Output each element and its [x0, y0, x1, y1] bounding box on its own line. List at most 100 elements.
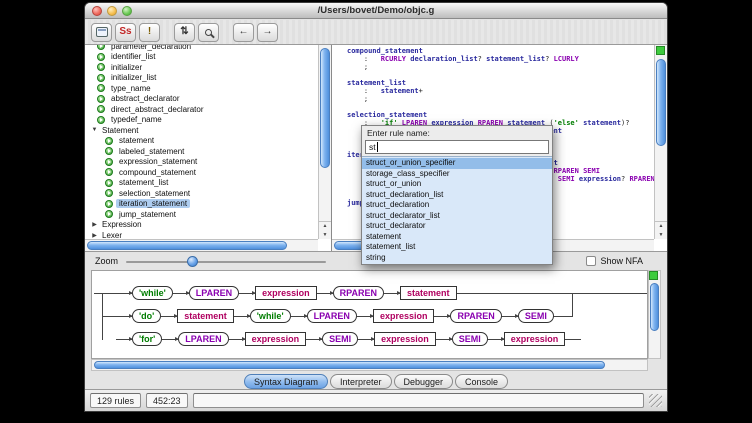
- diagram-node-while[interactable]: 'while': [132, 286, 173, 300]
- tree-item-jump_statement[interactable]: jump_statement: [87, 209, 318, 220]
- diagram-node-while[interactable]: 'while': [250, 309, 291, 323]
- zoom-slider-thumb[interactable]: [187, 256, 198, 267]
- tree-item-compound_statement[interactable]: compound_statement: [87, 167, 318, 178]
- zoom-slider[interactable]: [126, 256, 326, 267]
- diagram-node-expression[interactable]: expression: [373, 309, 435, 323]
- show-nfa-checkbox[interactable]: [586, 256, 596, 266]
- editor-scroll-arrows[interactable]: ▲▼: [655, 221, 667, 239]
- diagram-arrow-icon: [229, 339, 245, 340]
- editor-vertical-scrollbar[interactable]: ▲▼: [654, 45, 667, 239]
- diagram-node-expression[interactable]: expression: [504, 332, 566, 346]
- forward-button[interactable]: →: [257, 23, 278, 42]
- find-button[interactable]: [198, 23, 219, 42]
- diagram-node-statement[interactable]: statement: [400, 286, 457, 300]
- popup-item[interactable]: string: [362, 253, 552, 264]
- scroll-up-icon[interactable]: ▲: [323, 223, 328, 229]
- tree-group-lexer[interactable]: ▶Lexer: [87, 230, 318, 239]
- diagram-horizontal-scrollbar-thumb[interactable]: [94, 361, 605, 369]
- rule-icon: [97, 84, 105, 92]
- tree-group-statement[interactable]: ▼Statement: [87, 125, 318, 136]
- diagram-node-SEMI[interactable]: SEMI: [452, 332, 488, 346]
- tree-item-iteration_statement[interactable]: iteration_statement: [87, 199, 318, 210]
- diagram-node-LPAREN[interactable]: LPAREN: [307, 309, 357, 323]
- diagram-node-RPAREN[interactable]: RPAREN: [333, 286, 384, 300]
- sort-rules-button[interactable]: ⇅: [174, 23, 195, 42]
- zoom-slider-track[interactable]: [126, 261, 326, 263]
- rule-popup-list[interactable]: struct_or_union_specifierstorage_class_s…: [362, 156, 552, 264]
- diagram-node-expression[interactable]: expression: [255, 286, 317, 300]
- diagram-alternative: 'for' LPAREN expression SEMI expression SEMI e…: [116, 331, 581, 347]
- diagram-node-expression[interactable]: expression: [245, 332, 307, 346]
- diagram-horizontal-scrollbar[interactable]: [91, 359, 648, 371]
- disclosure-open-icon[interactable]: ▼: [90, 127, 99, 133]
- sidebar-horizontal-scrollbar[interactable]: [85, 239, 318, 251]
- diagram-node-SEMI[interactable]: SEMI: [322, 332, 358, 346]
- rule-icon: [105, 179, 113, 187]
- tree-item-labeled_statement[interactable]: labeled_statement: [87, 146, 318, 157]
- tree-item-direct_abstract_declarator[interactable]: direct_abstract_declarator: [87, 104, 318, 115]
- scroll-down-icon[interactable]: ▼: [659, 232, 664, 238]
- diagram-alternative: 'while' LPAREN expression RPAREN statement: [116, 285, 473, 301]
- diagram-node-LPAREN[interactable]: LPAREN: [178, 332, 228, 346]
- syntax-coloring-button[interactable]: Ss: [115, 23, 136, 42]
- popup-item[interactable]: statement_list: [362, 242, 552, 253]
- sidebar-scroll-arrows[interactable]: ▲▼: [319, 221, 331, 239]
- scroll-down-icon[interactable]: ▼: [323, 232, 328, 238]
- rule-icon: [97, 116, 105, 124]
- diagram-vertical-scrollbar[interactable]: [648, 270, 661, 359]
- tab-debugger[interactable]: Debugger: [394, 374, 454, 389]
- tree-item-statement_list[interactable]: statement_list: [87, 178, 318, 189]
- sidebar-vertical-scrollbar-thumb[interactable]: [320, 48, 330, 168]
- tree-item-selection_statement[interactable]: selection_statement: [87, 188, 318, 199]
- diagram-vertical-scrollbar-thumb[interactable]: [650, 283, 659, 331]
- popup-item[interactable]: struct_or_union: [362, 179, 552, 190]
- diagram-arrow-icon: [162, 339, 178, 340]
- resize-grip[interactable]: [649, 394, 662, 407]
- tree-item-statement[interactable]: statement: [87, 136, 318, 147]
- diagram-node-LPAREN[interactable]: LPAREN: [189, 286, 239, 300]
- diagram-node-expression[interactable]: expression: [374, 332, 436, 346]
- tree-item-initializer_list[interactable]: initializer_list: [87, 73, 318, 84]
- console-window-button[interactable]: [91, 23, 112, 42]
- diagram-node-for[interactable]: 'for': [132, 332, 162, 346]
- rule-tree[interactable]: parameter_declarationidentifier_listinit…: [85, 45, 318, 239]
- diagram-node-do[interactable]: 'do': [132, 309, 161, 323]
- tab-console[interactable]: Console: [455, 374, 508, 389]
- tab-syntax-diagram[interactable]: Syntax Diagram: [244, 374, 328, 389]
- check-grammar-button[interactable]: !: [139, 23, 160, 42]
- tab-interpreter[interactable]: Interpreter: [330, 374, 392, 389]
- diagram-line: [554, 316, 570, 317]
- popup-item[interactable]: struct_declaration_list: [362, 190, 552, 201]
- diagram-node-SEMI[interactable]: SEMI: [518, 309, 554, 323]
- diagram-node-statement[interactable]: statement: [177, 309, 234, 323]
- diagram-arrow-icon: [161, 316, 177, 317]
- popup-item[interactable]: struct_or_union_specifier: [362, 158, 552, 169]
- syntax-diagram-canvas[interactable]: 'while'LPARENexpressionRPARENstatement'd…: [91, 270, 648, 359]
- tree-item-expression_statement[interactable]: expression_statement: [87, 157, 318, 168]
- up-down-arrows-icon: ⇅: [180, 27, 188, 37]
- diagram-node-RPAREN[interactable]: RPAREN: [450, 309, 501, 323]
- tree-item-type_name[interactable]: type_name: [87, 83, 318, 94]
- tree-item-abstract_declarator[interactable]: abstract_declarator: [87, 94, 318, 105]
- disclosure-closed-icon[interactable]: ▶: [90, 232, 99, 239]
- popup-item[interactable]: struct_declarator: [362, 221, 552, 232]
- tree-item-identifier_list[interactable]: identifier_list: [87, 52, 318, 63]
- syntax-diagram-panel: Zoom Show NFA 'while'LPARENexpressionRPA…: [85, 251, 667, 371]
- rule-name-input[interactable]: st: [365, 140, 549, 154]
- tree-group-expression[interactable]: ▶Expression: [87, 220, 318, 231]
- tree-item-typedef_name[interactable]: typedef_name: [87, 115, 318, 126]
- popup-item[interactable]: statement: [362, 232, 552, 243]
- disclosure-closed-icon[interactable]: ▶: [90, 221, 99, 228]
- sidebar-vertical-scrollbar[interactable]: ▲▼: [318, 45, 331, 239]
- popup-item[interactable]: struct_declaration: [362, 200, 552, 211]
- title-bar[interactable]: /Users/bovet/Demo/objc.g: [85, 3, 667, 19]
- sidebar-horizontal-scrollbar-thumb[interactable]: [87, 241, 287, 250]
- popup-item[interactable]: storage_class_specifier: [362, 169, 552, 180]
- editor-vertical-scrollbar-thumb[interactable]: [656, 59, 666, 146]
- diagram-arrow-icon: [357, 316, 373, 317]
- tree-item-label: Expression: [99, 220, 145, 229]
- popup-item[interactable]: struct_declarator_list: [362, 211, 552, 222]
- back-button[interactable]: ←: [233, 23, 254, 42]
- scroll-up-icon[interactable]: ▲: [659, 223, 664, 229]
- tree-item-initializer[interactable]: initializer: [87, 62, 318, 73]
